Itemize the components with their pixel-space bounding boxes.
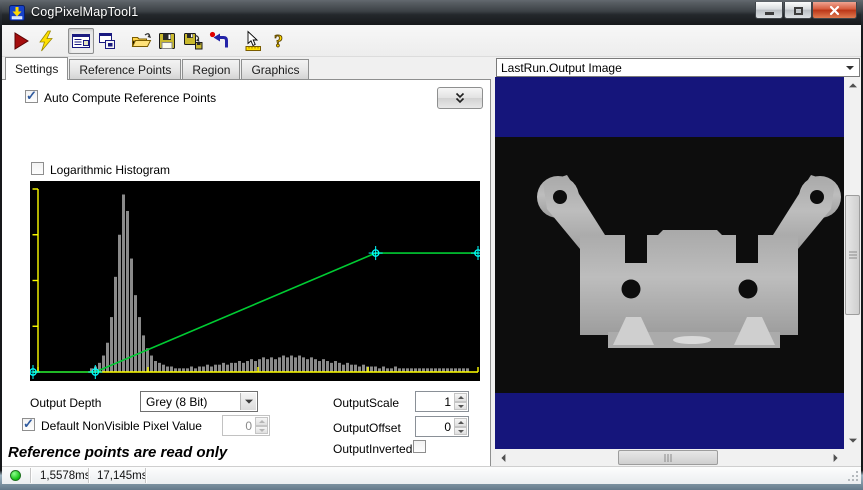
tab-strip: Settings Reference Points Region Graphic… xyxy=(2,57,491,79)
log-histogram-checkbox[interactable] xyxy=(31,162,44,175)
output-scale-value: 1 xyxy=(444,395,451,409)
scroll-down-icon[interactable] xyxy=(844,433,861,449)
minimize-button[interactable] xyxy=(755,2,783,19)
toolbar-separator xyxy=(232,40,240,41)
total-time: 17,145ms xyxy=(97,470,148,482)
spin-up-icon[interactable] xyxy=(454,393,467,402)
output-depth-combo[interactable]: Grey (8 Bit) xyxy=(140,391,258,412)
titlebar[interactable]: CogPixelMapTool1 xyxy=(2,2,861,25)
output-offset-spinner[interactable]: 0 xyxy=(415,416,469,437)
image-display-panel: LastRun.Output Image xyxy=(495,57,861,466)
auto-compute-label: Auto Compute Reference Points xyxy=(44,91,216,105)
help-button[interactable]: ? xyxy=(266,28,292,54)
revert-button[interactable] xyxy=(206,28,232,54)
log-histogram-label: Logarithmic Histogram xyxy=(50,163,170,177)
scroll-right-icon[interactable] xyxy=(828,449,844,466)
tab-region[interactable]: Region xyxy=(182,59,240,79)
statusbar-separator xyxy=(88,468,89,483)
default-nonvisible-checkbox[interactable] xyxy=(22,418,35,431)
pointer-ruler-icon xyxy=(242,30,264,52)
run-once-button[interactable] xyxy=(34,28,60,54)
floating-window-icon xyxy=(96,30,118,52)
default-nonvisible-label: Default NonVisible Pixel Value xyxy=(41,419,202,433)
run-button[interactable] xyxy=(8,28,34,54)
resize-grip[interactable] xyxy=(847,470,859,482)
statusbar-separator xyxy=(145,468,146,483)
image-selector-combo[interactable]: LastRun.Output Image xyxy=(496,58,860,77)
tab-settings[interactable]: Settings xyxy=(5,57,68,80)
spin-up-icon[interactable] xyxy=(454,418,467,427)
auto-compute-checkbox[interactable] xyxy=(25,90,38,103)
controls-window-icon xyxy=(70,30,92,52)
toolbar-separator xyxy=(120,40,128,41)
save-as-icon xyxy=(182,30,204,52)
vertical-scroll-thumb[interactable] xyxy=(845,195,860,315)
toolbar: ? xyxy=(2,25,861,57)
horizontal-scrollbar[interactable] xyxy=(495,449,844,466)
output-depth-label: Output Depth xyxy=(30,396,101,410)
statusbar: 1,5578ms 17,145ms xyxy=(2,466,861,484)
default-nonvisible-spinner[interactable]: 0 xyxy=(222,415,270,436)
output-depth-value: Grey (8 Bit) xyxy=(146,395,207,409)
window-title: CogPixelMapTool1 xyxy=(31,5,138,19)
histogram-chart[interactable] xyxy=(30,181,480,381)
run-time: 1,5578ms xyxy=(40,470,91,482)
spin-down-icon[interactable] xyxy=(255,426,268,435)
lightning-icon xyxy=(36,30,58,52)
tab-graphics[interactable]: Graphics xyxy=(241,59,309,79)
output-offset-label: OutputOffset xyxy=(333,421,401,435)
maximize-icon xyxy=(794,7,803,15)
statusbar-separator xyxy=(30,468,31,483)
show-controls-toggle-button[interactable] xyxy=(68,28,94,54)
tab-reference-points[interactable]: Reference Points xyxy=(69,59,181,79)
spin-up-icon[interactable] xyxy=(255,417,268,426)
thumb-grip xyxy=(668,454,669,462)
vertical-scrollbar[interactable] xyxy=(844,77,861,449)
thumb-grip xyxy=(849,255,857,256)
minimize-icon xyxy=(765,12,774,15)
image-selector-value: LastRun.Output Image xyxy=(501,61,622,75)
output-inverted-label: OutputInverted xyxy=(333,442,412,456)
settings-panel: Settings Reference Points Region Graphic… xyxy=(2,57,491,466)
output-offset-value: 0 xyxy=(444,420,451,434)
default-nonvisible-value: 0 xyxy=(245,419,252,433)
status-led-icon xyxy=(10,470,21,481)
open-button[interactable] xyxy=(128,28,154,54)
open-folder-icon xyxy=(130,30,152,52)
settings-tab-page: Auto Compute Reference Points Logarithmi… xyxy=(2,79,491,466)
pointer-tool-button[interactable] xyxy=(240,28,266,54)
help-icon: ? xyxy=(268,30,290,52)
app-icon xyxy=(9,5,25,21)
spin-down-icon[interactable] xyxy=(454,427,467,436)
close-icon xyxy=(829,5,840,16)
close-button[interactable] xyxy=(812,2,857,19)
horizontal-scroll-thumb[interactable] xyxy=(618,450,718,465)
output-scale-label: OutputScale xyxy=(333,396,399,410)
expander-button[interactable] xyxy=(437,87,483,109)
maximize-button[interactable] xyxy=(784,2,812,19)
scrollbar-corner xyxy=(844,449,861,466)
spin-down-icon[interactable] xyxy=(454,402,467,411)
save-floppy-icon xyxy=(156,30,178,52)
revert-arrow-icon xyxy=(208,30,230,52)
save-button[interactable] xyxy=(154,28,180,54)
scroll-up-icon[interactable] xyxy=(844,77,861,93)
scroll-left-icon[interactable] xyxy=(495,449,511,466)
output-image-display[interactable] xyxy=(495,77,844,450)
svg-text:?: ? xyxy=(274,31,283,51)
chevron-double-down-icon xyxy=(453,92,467,104)
combo-dropdown-button[interactable] xyxy=(240,393,256,410)
chevron-down-icon xyxy=(846,66,854,74)
output-inverted-checkbox[interactable] xyxy=(413,440,426,453)
readonly-message: Reference points are read only xyxy=(8,444,227,461)
save-as-button[interactable] xyxy=(180,28,206,54)
pixel-map-histogram[interactable] xyxy=(30,181,480,381)
app-window: CogPixelMapTool1 xyxy=(0,0,863,490)
floating-window-button[interactable] xyxy=(94,28,120,54)
chevron-down-icon xyxy=(245,399,253,407)
output-scale-spinner[interactable]: 1 xyxy=(415,391,469,412)
toolbar-separator xyxy=(60,40,68,41)
run-icon xyxy=(10,30,32,52)
